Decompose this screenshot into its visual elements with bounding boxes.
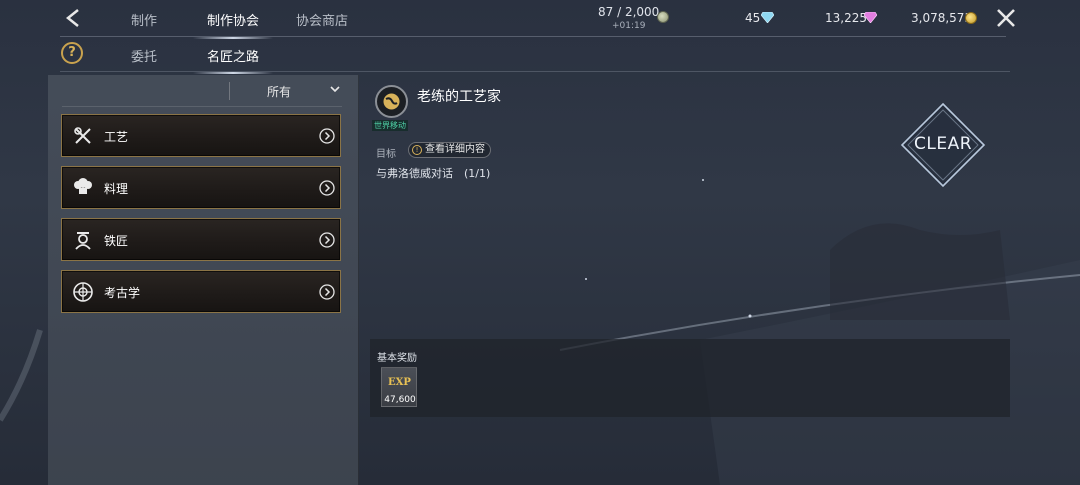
- reward-title: 基本奖励: [377, 353, 417, 364]
- world-quest-icon: [375, 85, 408, 118]
- category-item-archaeology[interactable]: 考古学: [61, 270, 341, 313]
- subtab-commission[interactable]: 委托: [131, 46, 157, 65]
- blue-diamond-icon: [761, 12, 774, 23]
- subnav-divider: [60, 71, 1010, 72]
- blacksmith-icon: [75, 232, 91, 250]
- chevron-right-icon: [319, 284, 335, 300]
- top-bar: 制作 制作协会 协会商店 87 / 2,000 +01:19 45 13,225…: [0, 0, 1080, 39]
- chef-hat-icon: [74, 178, 92, 194]
- globe-icon: [383, 93, 400, 110]
- chevron-right-icon: [319, 232, 335, 248]
- info-icon: !: [412, 145, 422, 155]
- tab-crafting-guild[interactable]: 制作协会: [192, 10, 274, 39]
- category-item-blacksmith[interactable]: 铁匠: [61, 218, 341, 261]
- stamina-timer: +01:19: [612, 21, 646, 31]
- category-label: 料理: [104, 182, 129, 196]
- tab-craft[interactable]: 制作: [131, 10, 157, 29]
- tab-guild-shop[interactable]: 协会商店: [296, 10, 348, 29]
- category-item-cooking[interactable]: 料理: [61, 166, 341, 209]
- chevron-right-icon: [319, 128, 335, 144]
- stamina-counter: 87 / 2,000: [598, 5, 660, 19]
- quest-type-tag: 世界移动: [372, 120, 408, 131]
- exp-icon: EXP: [388, 377, 411, 388]
- top-divider: [60, 36, 1006, 37]
- category-label: 考古学: [104, 286, 141, 300]
- compass-icon: [73, 282, 93, 302]
- pink-diamond-icon: [864, 12, 877, 23]
- tools-icon: [74, 127, 91, 144]
- clear-status: CLEAR: [913, 134, 973, 154]
- category-label: 工艺: [104, 130, 129, 144]
- filter-separator: [229, 82, 230, 100]
- category-item-craft[interactable]: 工艺: [61, 114, 341, 157]
- quest-title: 老练的工艺家: [417, 89, 501, 105]
- back-arrow-icon[interactable]: [62, 6, 86, 30]
- close-icon[interactable]: [995, 7, 1017, 29]
- filter-divider: [62, 106, 342, 107]
- goal-label: 目标: [376, 149, 396, 160]
- view-details-label: 查看详细内容: [425, 144, 485, 155]
- chevron-down-icon[interactable]: [330, 84, 340, 94]
- filter-dropdown[interactable]: 所有: [267, 83, 291, 100]
- category-label: 铁匠: [104, 234, 129, 248]
- view-details-button[interactable]: ! 查看详细内容: [408, 142, 491, 158]
- goal-text: 与弗洛德威对话 (1/1): [376, 167, 491, 180]
- exp-reward-value: 47,600: [384, 395, 416, 405]
- gold-coin-icon: [965, 12, 977, 24]
- subtab-master-path[interactable]: 名匠之路: [192, 46, 274, 74]
- reward-panel: [370, 339, 1010, 417]
- chevron-right-icon: [319, 180, 335, 196]
- blue-diamond-count: 45: [745, 11, 761, 25]
- help-icon[interactable]: ?: [61, 42, 83, 64]
- pink-diamond-count: 13,225: [825, 11, 867, 25]
- gold-count: 3,078,573: [911, 11, 973, 25]
- energy-coin-icon: [657, 11, 669, 23]
